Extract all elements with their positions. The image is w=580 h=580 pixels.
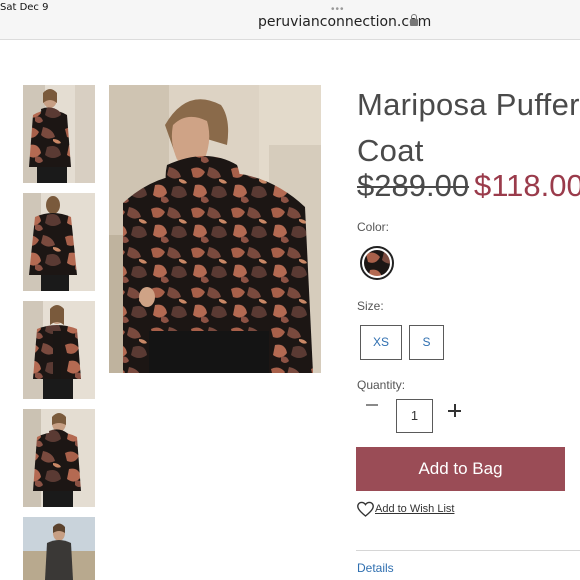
quantity-increment-button[interactable] — [448, 404, 462, 418]
color-swatch[interactable] — [360, 246, 394, 280]
browser-bar: Sat Dec 9 ••• peruvianconnection.com — [0, 0, 580, 40]
details-tab[interactable]: Details — [357, 561, 394, 575]
thumbnail-3[interactable] — [23, 301, 95, 399]
thumbnail-4[interactable] — [23, 409, 95, 507]
section-divider — [356, 550, 580, 551]
color-swatch-pattern — [364, 250, 390, 276]
add-to-bag-button[interactable]: Add to Bag — [356, 447, 565, 491]
lock-icon — [410, 14, 418, 27]
original-price: $289.00 — [357, 168, 470, 203]
thumbnail-5[interactable] — [23, 517, 95, 580]
quantity-label: Quantity: — [357, 378, 406, 392]
heart-icon — [357, 501, 374, 517]
thumbnail-2[interactable] — [23, 193, 95, 291]
thumbnail-5-image — [23, 517, 95, 580]
quantity-decrement-button[interactable] — [366, 404, 378, 406]
quantity-input[interactable]: 1 — [396, 399, 433, 433]
multitask-handle-icon[interactable]: ••• — [331, 5, 345, 15]
size-option-xs[interactable]: XS — [360, 325, 402, 360]
product-title: Mariposa Puffer Coat — [357, 87, 580, 168]
thumbnail-4-image — [23, 409, 95, 507]
thumbnail-1[interactable] — [23, 85, 95, 183]
thumbnail-1-image — [23, 85, 95, 183]
status-time: Sat Dec 9 — [0, 2, 49, 13]
sale-price: $118.00 — [474, 168, 580, 203]
thumbnail-2-image — [23, 193, 95, 291]
color-label: Color: — [357, 220, 390, 234]
url-field[interactable]: peruvianconnection.com — [258, 14, 431, 30]
size-option-s[interactable]: S — [409, 325, 444, 360]
main-product-photo — [109, 85, 321, 373]
wish-list-label: Add to Wish List — [375, 503, 455, 515]
thumbnail-3-image — [23, 301, 95, 399]
size-label: Size: — [357, 299, 384, 313]
main-product-image[interactable] — [109, 85, 321, 373]
